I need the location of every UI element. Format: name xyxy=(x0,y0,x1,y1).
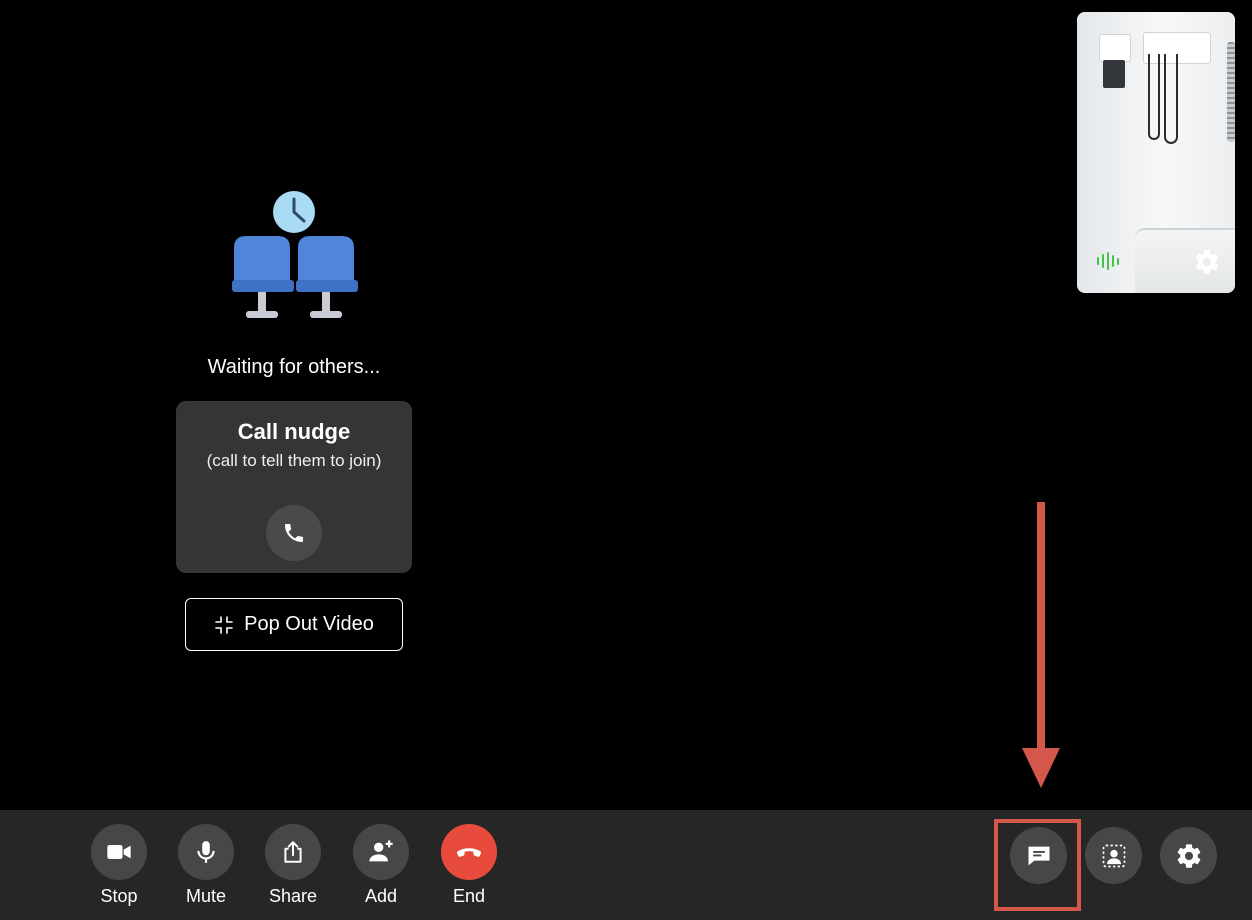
call-stage: Waiting for others... Call nudge (call t… xyxy=(0,0,1252,810)
call-nudge-title: Call nudge xyxy=(237,419,351,444)
self-view-video[interactable] xyxy=(1077,12,1235,293)
ophthalmoscope-cable xyxy=(1164,54,1178,144)
pop-out-video-label: Pop Out Video xyxy=(244,613,374,635)
end-label: End xyxy=(452,886,486,906)
add-label: Add xyxy=(364,886,398,906)
settings-button[interactable] xyxy=(1160,827,1217,884)
wall-device xyxy=(1099,34,1131,62)
mute-button[interactable]: Mute xyxy=(171,824,241,907)
add-person-icon xyxy=(369,840,393,862)
stop-video-button[interactable]: Stop xyxy=(84,824,154,907)
audio-level-icon xyxy=(1097,252,1119,270)
call-nudge-button[interactable] xyxy=(266,505,322,561)
chat-icon xyxy=(1028,846,1049,865)
video-camera-icon xyxy=(107,845,131,859)
video-settings-gear-icon[interactable] xyxy=(1193,248,1221,276)
phone-icon xyxy=(285,524,303,542)
wall-device-dispenser xyxy=(1103,60,1125,88)
call-nudge-card: Call nudge (call to tell them to join) xyxy=(176,401,412,573)
hang-up-icon xyxy=(456,848,482,857)
waiting-message: Waiting for others... xyxy=(207,356,381,378)
mute-label: Mute xyxy=(185,886,227,906)
waiting-room-chairs-icon xyxy=(232,191,358,318)
participants-button[interactable] xyxy=(1085,827,1142,884)
chat-button[interactable] xyxy=(1010,827,1067,884)
add-participant-button[interactable]: Add xyxy=(346,824,416,907)
end-call-button[interactable]: End xyxy=(434,824,504,907)
settings-gear-icon xyxy=(1177,843,1200,868)
otoscope-cable xyxy=(1148,54,1160,140)
share-icon xyxy=(284,841,302,863)
participants-icon xyxy=(1102,844,1125,867)
stop-label: Stop xyxy=(100,886,138,906)
coiled-cord xyxy=(1227,42,1235,142)
call-nudge-subtitle: (call to tell them to join) xyxy=(206,451,382,470)
collapse-icon xyxy=(215,615,233,634)
microphone-icon xyxy=(197,841,215,863)
annotation-arrow xyxy=(1022,502,1060,788)
share-label: Share xyxy=(268,886,318,906)
pop-out-video-button[interactable]: Pop Out Video xyxy=(185,598,403,651)
share-button[interactable]: Share xyxy=(258,824,328,907)
